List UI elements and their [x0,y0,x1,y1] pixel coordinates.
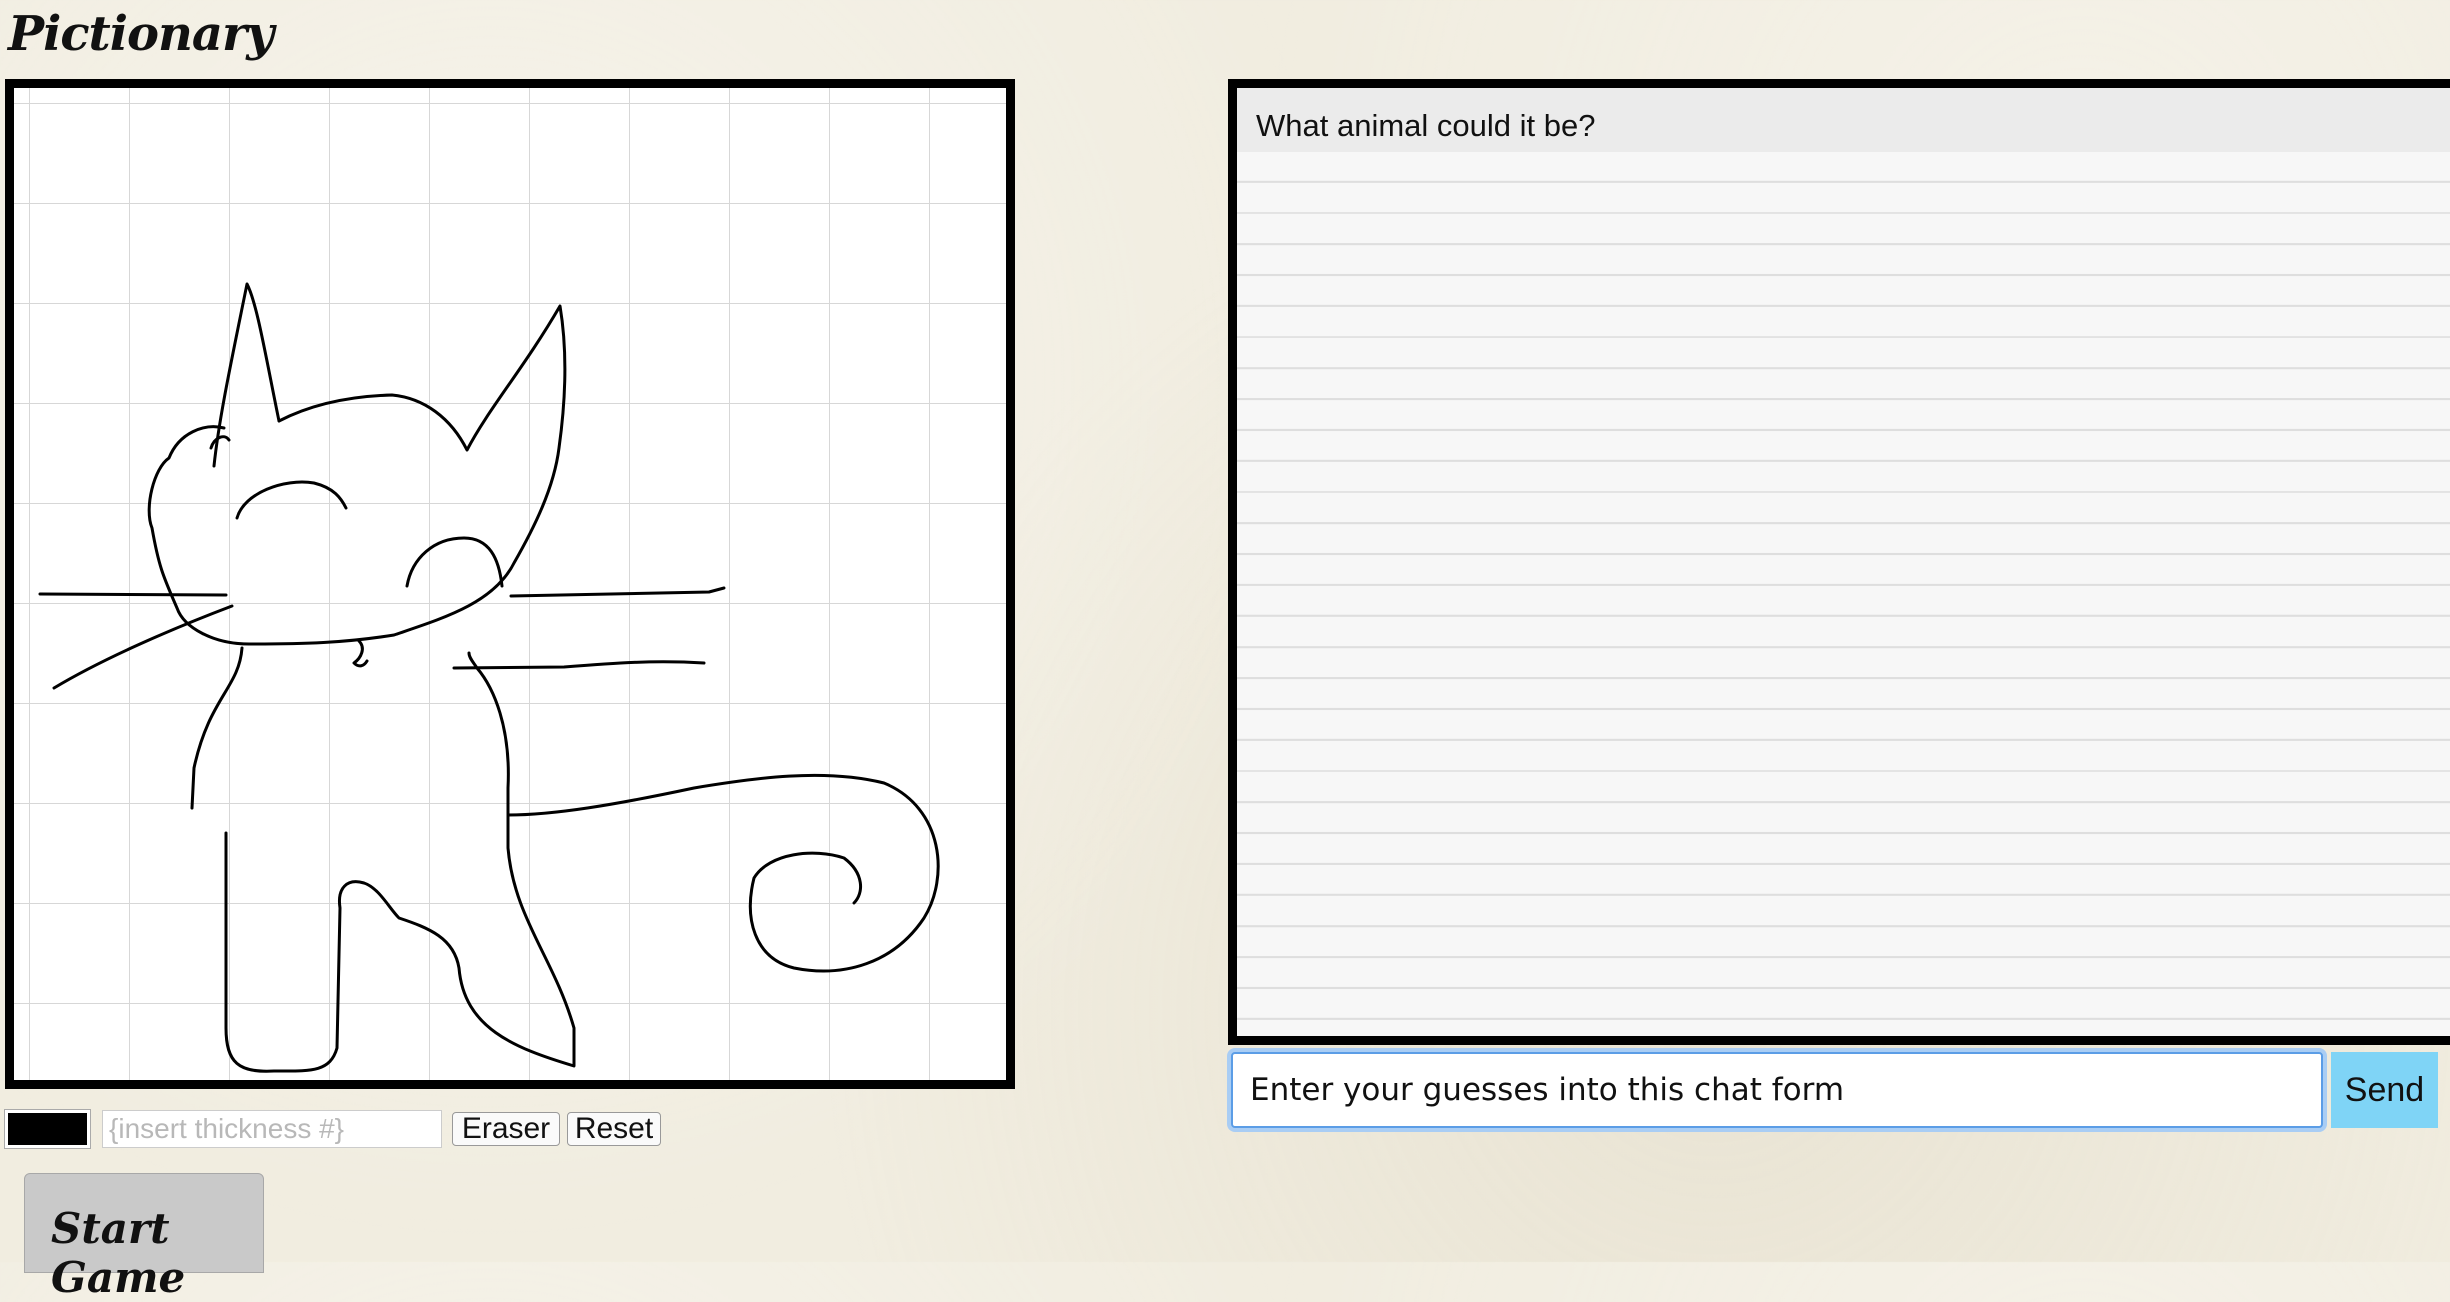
cat-drawing [38,282,940,1073]
cat-left-ear [212,282,281,468]
send-button[interactable]: Send [2331,1052,2438,1128]
cat-head [147,304,567,646]
cat-nose [352,639,369,668]
cat-body-left [190,646,244,810]
drawing-canvas[interactable] [5,79,1015,1089]
whisker-left-2 [52,604,234,690]
reset-button[interactable]: Reset [567,1112,661,1146]
cat-right-eye [405,536,504,588]
whisker-right-1 [509,586,726,598]
chat-header: What animal could it be? [1237,88,2450,152]
chat-panel: What animal could it be? [1228,79,2450,1045]
cat-tail [506,773,940,973]
whisker-right-2 [452,660,706,670]
app-title: Pictionary [8,6,274,62]
cat-front-leg [224,651,576,1073]
eraser-button[interactable]: Eraser [452,1112,560,1146]
thickness-input[interactable] [102,1110,442,1148]
cat-left-eye [235,480,348,520]
chat-input[interactable] [1231,1052,2323,1128]
whisker-left-1 [38,592,228,597]
color-picker[interactable] [4,1109,91,1149]
cat-ear-inner [209,435,231,450]
start-game-button[interactable]: Start Game [24,1173,264,1302]
